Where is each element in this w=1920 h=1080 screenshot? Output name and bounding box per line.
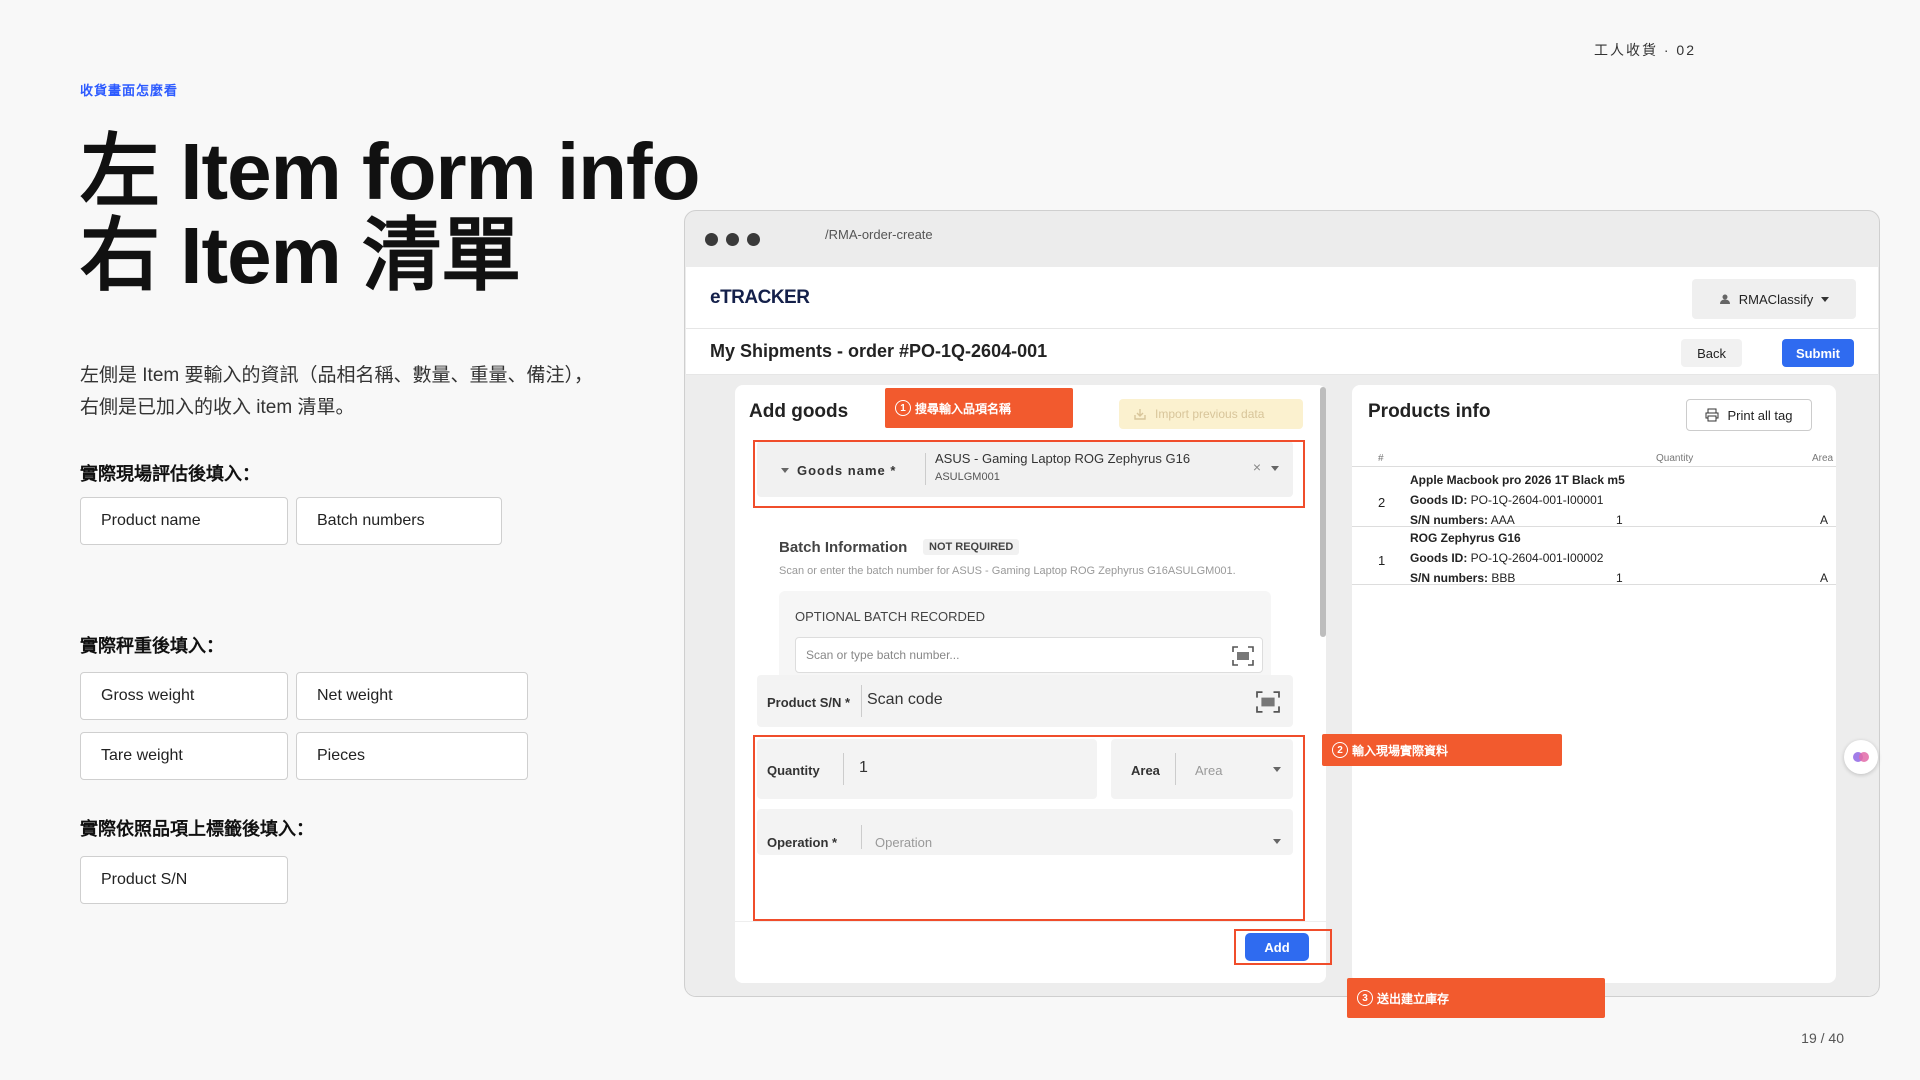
import-previous-label: Import previous data — [1155, 407, 1265, 421]
slide-title: 左 Item form info 右 Item 清單 — [80, 127, 701, 300]
submit-button[interactable]: Submit — [1781, 339, 1854, 367]
product-sn-field[interactable]: Product S/N * Scan code — [757, 675, 1293, 727]
table-row[interactable]: 2 Apple Macbook pro 2026 1T Black m5 Goo… — [1352, 469, 1836, 527]
batch-input-placeholder: Scan or type batch number... — [806, 648, 960, 662]
row-area: A — [1820, 571, 1829, 585]
callout-step-3: 3 送出建立庫存 — [1347, 978, 1605, 1018]
print-all-tag-label: Print all tag — [1727, 407, 1793, 423]
back-button[interactable]: Back — [1681, 339, 1742, 367]
goods-id-label: Goods ID: — [1410, 493, 1468, 507]
not-required-badge: NOT REQUIRED — [923, 539, 1020, 555]
sn-value: AAA — [1490, 513, 1515, 527]
desc-line2: 右側是已加入的收入 item 清單。 — [80, 397, 355, 418]
callout-step-1-text: 搜尋輸入品項名稱 — [915, 401, 1012, 416]
step-2-number: 2 — [1332, 742, 1348, 758]
callout-step-3-text: 送出建立庫存 — [1377, 991, 1450, 1006]
import-previous-button[interactable]: Import previous data — [1119, 399, 1303, 429]
chip-product-sn: Product S/N — [80, 856, 288, 904]
window-dot-maximize — [747, 232, 760, 246]
etracker-logo[interactable]: eTRACKER — [710, 287, 810, 309]
batch-input[interactable]: Scan or type batch number... — [795, 637, 1263, 673]
chevron-down-icon — [1821, 296, 1830, 302]
row-goods-id: Goods ID: PO-1Q-2604-001-I00001 — [1410, 493, 1603, 507]
slide-title-line1: 左 Item form info — [80, 127, 701, 216]
slide-description: 左側是 Item 要輸入的資訊（品相名稱、數量、重量、備注）， 右側是已加入的收… — [80, 360, 640, 424]
products-table-header: # Quantity Area — [1352, 451, 1836, 467]
scrollbar[interactable] — [1320, 387, 1326, 637]
sn-label: S/N numbers: — [1410, 513, 1489, 527]
desc-line1: 左側是 Item 要輸入的資訊（品相名稱、數量、重量、備注）， — [80, 365, 594, 386]
import-icon — [1134, 409, 1146, 420]
section-label-label: 實際依照品項上標籤後填入： — [80, 819, 314, 839]
row-goods-id: Goods ID: PO-1Q-2604-001-I00002 — [1410, 551, 1603, 565]
barcode-scan-icon[interactable] — [1232, 646, 1254, 666]
sn-divider — [861, 685, 862, 717]
user-menu-label: RMAClassify — [1738, 291, 1814, 307]
products-info-card: Products info Print all tag # Quantity A… — [1352, 385, 1836, 983]
row-quantity: 1 — [1616, 513, 1623, 527]
row-product-name: ROG Zephyrus G16 — [1410, 531, 1521, 545]
row-area: A — [1820, 513, 1829, 527]
col-number: # — [1378, 453, 1384, 464]
slide-title-line2: 右 Item 清單 — [80, 211, 521, 300]
browser-url: /RMA-order-create — [825, 227, 933, 242]
product-sn-value: Scan code — [867, 691, 943, 708]
app-header: eTRACKER RMAClassify — [686, 267, 1878, 329]
browser-titlebar: /RMA-order-create — [685, 211, 1879, 267]
goods-id-value: PO-1Q-2604-001-I00002 — [1470, 551, 1604, 565]
slide-tag: 收貨畫面怎麼看 — [80, 83, 179, 98]
chip-net-weight: Net weight — [296, 672, 528, 720]
sn-value: BBB — [1491, 571, 1516, 585]
page-title: My Shipments - order #PO-1Q-2604-001 — [710, 341, 1048, 361]
sn-label: S/N numbers: — [1410, 571, 1489, 585]
row-number: 1 — [1378, 553, 1386, 568]
callout-step-2: 2 輸入現場實際資料 — [1322, 734, 1562, 766]
assistant-icon[interactable] — [1844, 740, 1878, 774]
page-subheader: My Shipments - order #PO-1Q-2604-001 Bac… — [686, 329, 1878, 375]
window-dot-minimize — [726, 232, 739, 246]
batch-note: Scan or enter the batch number for ASUS … — [779, 565, 1236, 577]
row-product-name: Apple Macbook pro 2026 1T Black m5 — [1410, 473, 1625, 487]
barcode-scan-icon[interactable] — [1255, 691, 1281, 713]
optional-batch-label: OPTIONAL BATCH RECORDED — [795, 609, 985, 624]
step-1-number: 1 — [895, 400, 911, 416]
col-area: Area — [1812, 453, 1834, 464]
row-number: 2 — [1378, 495, 1386, 510]
highlight-add-button — [1234, 929, 1332, 965]
goods-id-label: Goods ID: — [1410, 551, 1468, 565]
section-label-weight: 實際秤重後填入： — [80, 636, 224, 656]
col-quantity: Quantity — [1656, 453, 1694, 464]
print-all-tag-button[interactable]: Print all tag — [1686, 399, 1812, 431]
goods-id-value: PO-1Q-2604-001-I00001 — [1470, 493, 1604, 507]
batch-info-title: Batch Information — [779, 539, 908, 556]
printer-icon — [1705, 408, 1719, 422]
chip-gross-weight: Gross weight — [80, 672, 288, 720]
row-sn: S/N numbers: AAA — [1410, 513, 1515, 527]
add-goods-title: Add goods — [749, 401, 849, 422]
row-quantity: 1 — [1616, 571, 1623, 585]
table-row[interactable]: 1 ROG Zephyrus G16 Goods ID: PO-1Q-2604-… — [1352, 527, 1836, 585]
callout-step-1: 1 搜尋輸入品項名稱 — [885, 388, 1073, 428]
product-sn-label: Product S/N * — [767, 695, 851, 710]
highlight-goods-name — [753, 440, 1305, 508]
callout-step-2-text: 輸入現場實際資料 — [1352, 743, 1449, 758]
chip-product-name: Product name — [80, 497, 288, 545]
chip-batch-numbers: Batch numbers — [296, 497, 502, 545]
section-label-assessment: 實際現場評估後填入： — [80, 464, 260, 484]
slide-page-number: 19 / 40 — [1801, 1030, 1844, 1046]
products-info-title: Products info — [1368, 401, 1491, 422]
chip-tare-weight: Tare weight — [80, 732, 288, 780]
window-dot-close — [705, 232, 718, 246]
highlight-field-inputs — [753, 735, 1305, 921]
step-3-number: 3 — [1357, 990, 1373, 1006]
brain-icon — [1853, 752, 1869, 762]
chip-pieces: Pieces — [296, 732, 528, 780]
user-menu-button[interactable]: RMAClassify — [1692, 279, 1856, 319]
user-icon — [1719, 294, 1730, 304]
row-sn: S/N numbers: BBB — [1410, 571, 1515, 585]
slide-section-number: 工人收貨 · 02 — [1593, 42, 1696, 58]
